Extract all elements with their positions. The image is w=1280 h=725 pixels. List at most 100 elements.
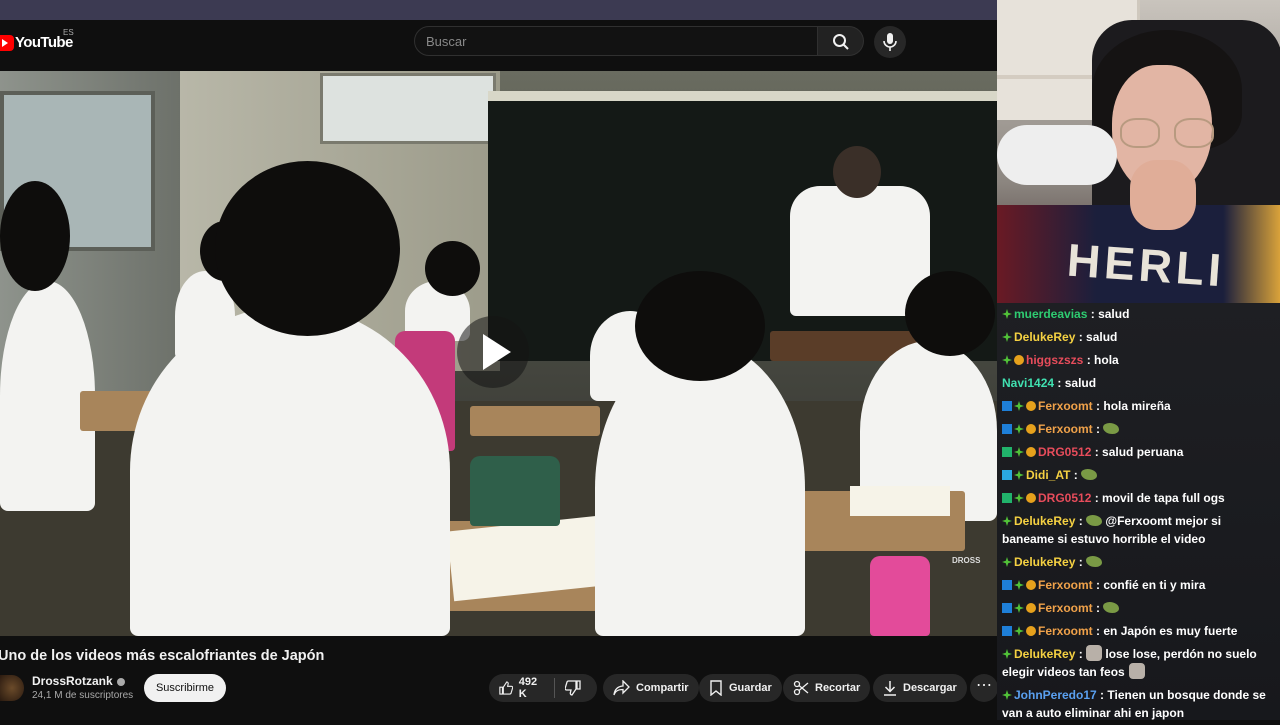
share-button[interactable]: Compartir (603, 674, 699, 702)
chat-username[interactable]: Ferxoomt (1038, 578, 1093, 592)
webcam-glasses (1174, 118, 1214, 148)
chat-message: DRG0512 : salud peruana (997, 441, 1280, 464)
play-button[interactable] (457, 316, 529, 388)
chat-message: DelukeRey : lose lose, perdón no suelo e… (997, 643, 1280, 684)
webcam-glasses (1120, 118, 1160, 148)
chat-username[interactable]: higgszszs (1026, 353, 1083, 367)
chat-username[interactable]: DelukeRey (1014, 330, 1075, 344)
frog-emote-icon (1086, 556, 1103, 567)
chat-username[interactable]: muerdeavias (1014, 307, 1087, 321)
chat-message: Ferxoomt : (997, 597, 1280, 620)
chat-badge-icon (1014, 470, 1024, 480)
scene-student-hair (425, 241, 480, 296)
chat-username[interactable]: Ferxoomt (1038, 601, 1093, 615)
chat-badge-icon (1002, 649, 1012, 659)
stream-chat: muerdeavias : salud DelukeRey : salud higg… (997, 303, 1280, 720)
dislike-button[interactable] (555, 674, 597, 702)
like-dislike-group: 492 K (489, 674, 597, 702)
chat-text: hola mireña (1103, 399, 1171, 413)
chat-separator: : (1096, 688, 1108, 702)
chat-separator: : (1075, 514, 1087, 528)
youtube-play-icon (0, 34, 14, 51)
channel-name[interactable]: DrossRotzank (32, 674, 125, 688)
more-actions-button[interactable]: ⋯ (970, 674, 998, 702)
clip-label: Recortar (815, 682, 861, 694)
chat-badge-icon (1002, 355, 1012, 365)
chat-separator: : (1091, 445, 1103, 459)
chat-message: JohnPeredo17 : Tienen un bosque donde se… (997, 684, 1280, 725)
chat-badge-icon (1002, 493, 1012, 503)
chat-message: DRG0512 : movil de tapa full ogs (997, 487, 1280, 510)
chat-username[interactable]: JohnPeredo17 (1014, 688, 1097, 702)
chat-message: DelukeRey : salud (997, 326, 1280, 349)
chat-separator: : (1091, 491, 1103, 505)
chat-badge-icon (1026, 626, 1036, 636)
search-button[interactable] (818, 26, 864, 56)
chat-message: Ferxoomt : confié en ti y mira (997, 574, 1280, 597)
youtube-header: YouTube ES Buscar (0, 20, 997, 72)
chat-separator: : (1092, 601, 1104, 615)
chat-badge-icon (1026, 447, 1036, 457)
chat-username[interactable]: DRG0512 (1038, 491, 1091, 505)
chat-username[interactable]: Navi1424 (1002, 376, 1054, 390)
chat-separator: : (1054, 376, 1065, 390)
chat-badge-icon (1026, 493, 1036, 503)
chat-separator: : (1092, 422, 1104, 436)
chat-username[interactable]: Didi_AT (1026, 468, 1070, 482)
chat-badge-icon (1014, 603, 1024, 613)
clip-button[interactable]: Recortar (783, 674, 871, 702)
save-button[interactable]: Guardar (699, 674, 782, 702)
chat-message: Ferxoomt : en Japón es muy fuerte (997, 620, 1280, 643)
webcam-shirt-text: HERLI (1065, 233, 1227, 297)
download-icon (884, 681, 896, 696)
chat-text: salud (1098, 307, 1130, 321)
scene-desk (470, 406, 600, 436)
chat-separator: : (1087, 307, 1099, 321)
chat-badge-icon (1002, 557, 1012, 567)
chat-message: higgszszs : hola (997, 349, 1280, 372)
chat-separator: : (1092, 624, 1104, 638)
chat-username[interactable]: Ferxoomt (1038, 399, 1093, 413)
chat-username[interactable]: DelukeRey (1014, 555, 1075, 569)
country-code: ES (63, 28, 74, 37)
like-button[interactable]: 492 K (489, 674, 554, 702)
chat-username[interactable]: DRG0512 (1038, 445, 1091, 459)
chat-badge-icon (1002, 580, 1012, 590)
youtube-logo[interactable]: YouTube ES (0, 28, 74, 51)
chat-badge-icon (1014, 626, 1024, 636)
chat-text: salud peruana (1102, 445, 1184, 459)
download-button[interactable]: Descargar (873, 674, 967, 702)
voice-search-button[interactable] (874, 26, 906, 58)
chat-separator: : (1092, 578, 1104, 592)
chat-username[interactable]: DelukeRey (1014, 647, 1075, 661)
scene-student (130, 306, 450, 636)
chat-badge-icon (1002, 447, 1012, 457)
frog-emote-icon (1086, 515, 1103, 526)
chat-message: Didi_AT : (997, 464, 1280, 487)
thumbs-down-icon (565, 680, 581, 696)
chat-separator: : (1075, 330, 1087, 344)
share-label: Compartir (636, 682, 689, 694)
verified-icon (116, 677, 125, 686)
chat-message: Ferxoomt : (997, 418, 1280, 441)
scene-student-hair (0, 181, 70, 291)
chat-message: DelukeRey : (997, 551, 1280, 574)
chat-username[interactable]: Ferxoomt (1038, 422, 1093, 436)
chat-text: hola (1094, 353, 1119, 367)
scene-book (850, 486, 950, 516)
chat-badge-icon (1002, 332, 1012, 342)
chat-message: Navi1424 : salud (997, 372, 1280, 395)
channel-name-text: DrossRotzank (32, 674, 113, 688)
chat-separator: : (1092, 399, 1104, 413)
search-placeholder: Buscar (426, 34, 467, 49)
chat-username[interactable]: Ferxoomt (1038, 624, 1093, 638)
chat-username[interactable]: DelukeRey (1014, 514, 1075, 528)
subscribe-button[interactable]: Suscribirme (144, 674, 226, 702)
video-player[interactable]: DROSS (0, 71, 997, 636)
chat-badge-icon (1026, 401, 1036, 411)
thumbs-up-icon (499, 681, 513, 695)
channel-avatar[interactable] (0, 675, 24, 701)
search-input[interactable]: Buscar (414, 26, 818, 56)
download-label: Descargar (903, 682, 957, 694)
like-count: 492 K (518, 676, 538, 700)
